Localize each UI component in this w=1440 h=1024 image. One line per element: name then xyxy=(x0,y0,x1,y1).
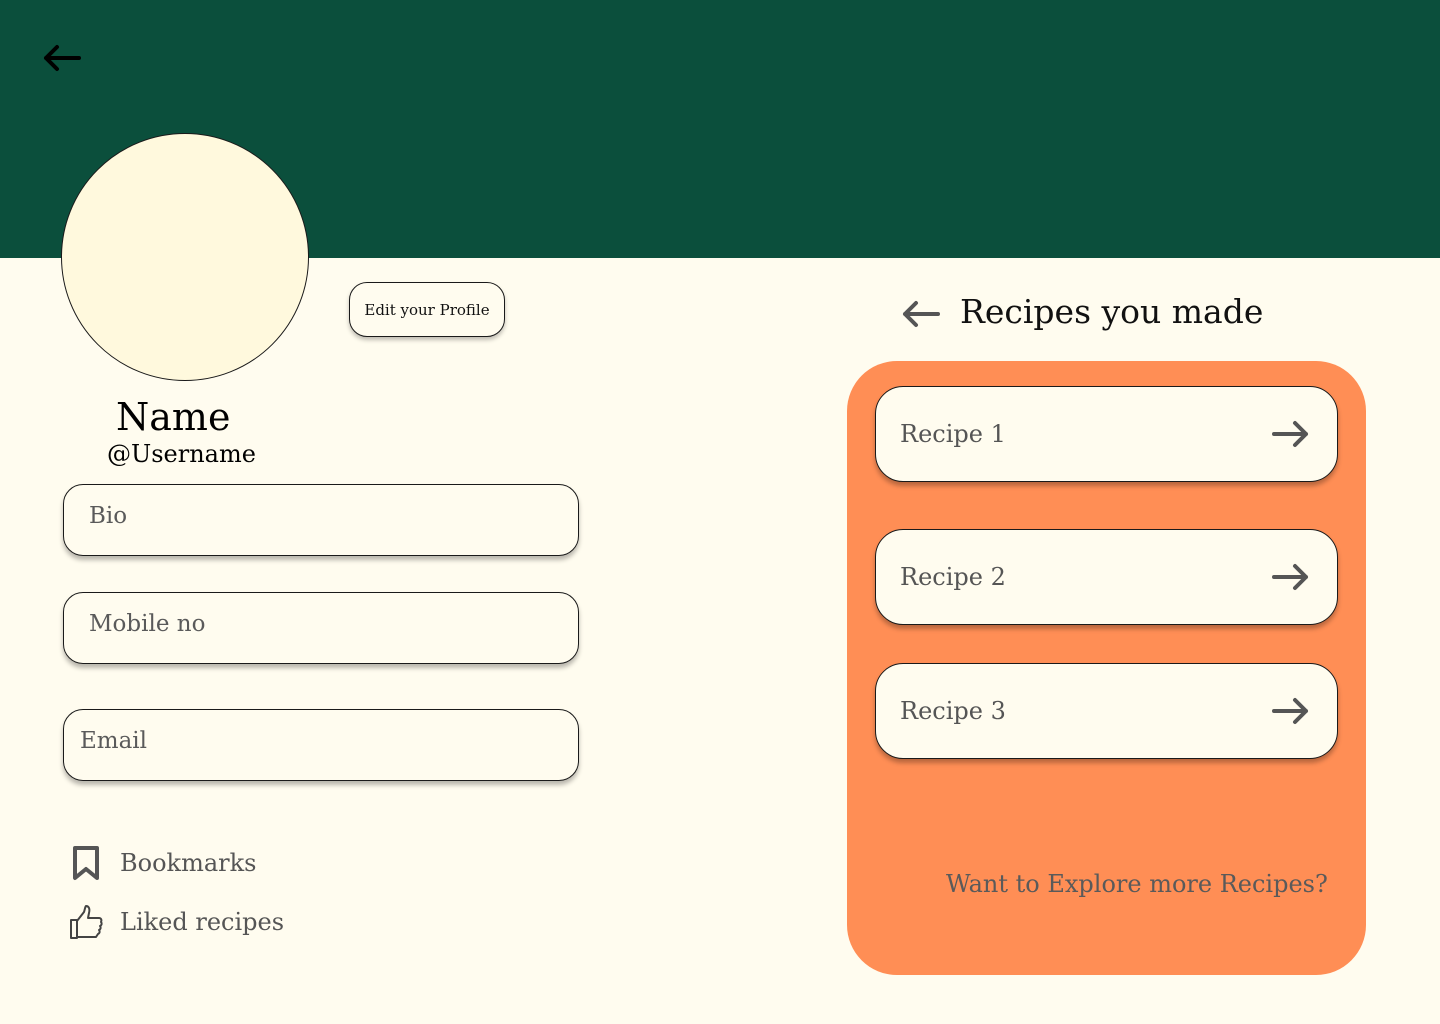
avatar[interactable] xyxy=(61,133,309,381)
bio-input[interactable] xyxy=(64,485,578,541)
email-input[interactable] xyxy=(64,710,578,766)
recipe-card-1[interactable]: Recipe 1 xyxy=(875,386,1338,482)
recipe-label: Recipe 1 xyxy=(900,420,1006,448)
bookmark-icon xyxy=(68,843,104,883)
arrow-right-icon xyxy=(1271,560,1311,594)
edit-profile-button[interactable]: Edit your Profile xyxy=(349,282,505,337)
recipe-card-2[interactable]: Recipe 2 xyxy=(875,529,1338,625)
thumbs-up-icon xyxy=(68,902,104,942)
back-button[interactable] xyxy=(38,40,84,76)
arrow-left-icon xyxy=(44,45,81,71)
email-field[interactable] xyxy=(63,709,579,781)
profile-name: Name xyxy=(116,395,231,439)
arrow-right-icon xyxy=(1271,694,1311,728)
recipe-label: Recipe 2 xyxy=(900,563,1006,591)
arrow-right-icon xyxy=(1271,417,1311,451)
mobile-field[interactable] xyxy=(63,592,579,664)
bookmarks-link[interactable]: Bookmarks xyxy=(68,843,256,883)
bio-field[interactable] xyxy=(63,484,579,556)
arrow-left-icon xyxy=(903,301,940,327)
profile-username: @Username xyxy=(107,440,256,468)
explore-recipes-link[interactable]: Want to Explore more Recipes? xyxy=(946,870,1328,898)
recipes-back-button[interactable] xyxy=(897,296,943,332)
liked-recipes-label: Liked recipes xyxy=(120,908,285,936)
mobile-input[interactable] xyxy=(64,593,578,649)
recipe-card-3[interactable]: Recipe 3 xyxy=(875,663,1338,759)
recipes-title: Recipes you made xyxy=(960,292,1264,331)
liked-recipes-link[interactable]: Liked recipes xyxy=(68,902,284,942)
bookmarks-label: Bookmarks xyxy=(120,849,257,877)
recipe-label: Recipe 3 xyxy=(900,697,1006,725)
